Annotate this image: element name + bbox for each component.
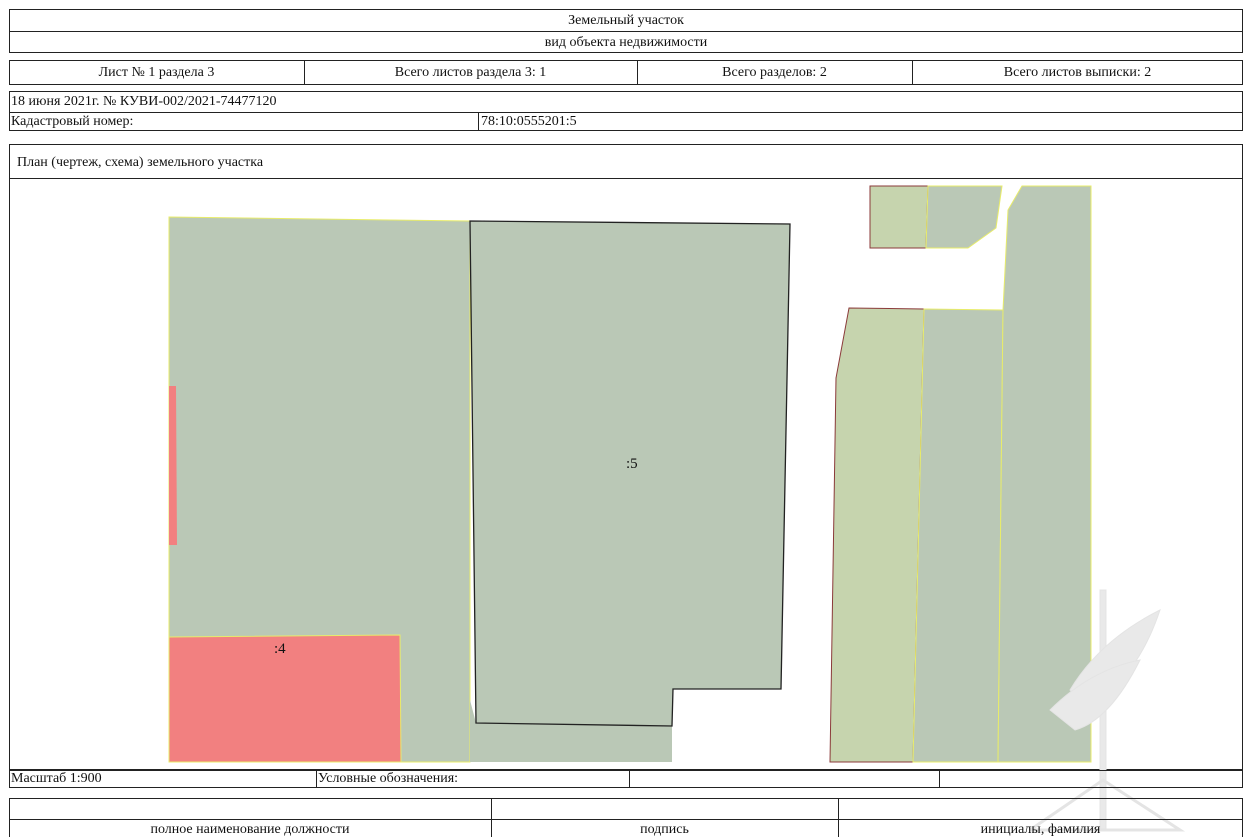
legend-label: Условные обозначения: [318, 771, 459, 786]
scale-text: Масштаб 1:900 [11, 771, 102, 786]
position-caption: полное наименование должности [150, 822, 350, 837]
scale-divider [316, 770, 317, 788]
right-parcel-strip-green [829, 307, 925, 763]
red-strip [169, 386, 177, 545]
right-parcel-strip-grey [912, 308, 1004, 763]
parcel-4-label: :4 [274, 641, 286, 657]
parcel-5-label: :5 [626, 456, 638, 472]
scale-divider [939, 770, 940, 788]
scale-divider [629, 770, 630, 788]
signature-divider [9, 819, 1243, 820]
scale-row [9, 770, 1243, 788]
right-parcel-top-small [869, 185, 929, 249]
parcel-5 [469, 220, 791, 727]
signature-caption: подпись [640, 822, 689, 837]
right-parcel-top-grey [925, 185, 1003, 249]
name-caption: инициалы, фамилия [980, 822, 1101, 837]
